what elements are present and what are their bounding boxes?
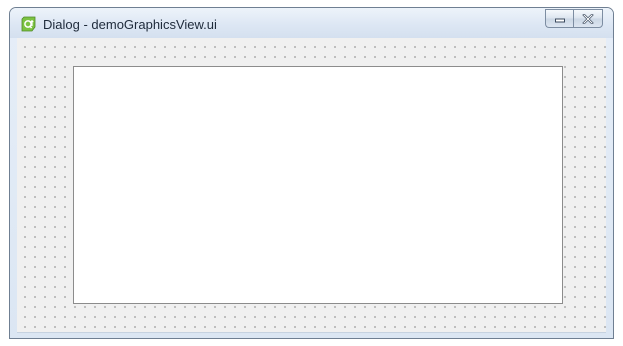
window-title: Dialog - demoGraphicsView.ui — [43, 17, 217, 32]
graphics-view[interactable] — [73, 66, 563, 304]
qt-designer-icon — [21, 16, 37, 32]
title-bar[interactable]: Dialog - demoGraphicsView.ui — [10, 8, 613, 38]
dialog-window: Dialog - demoGraphicsView.ui — [9, 7, 614, 339]
minimize-button[interactable] — [545, 9, 573, 28]
close-icon — [582, 9, 594, 28]
caption-buttons — [545, 9, 603, 29]
dialog-form-area[interactable] — [17, 38, 606, 333]
minimize-icon — [554, 9, 566, 28]
close-button[interactable] — [573, 9, 603, 28]
